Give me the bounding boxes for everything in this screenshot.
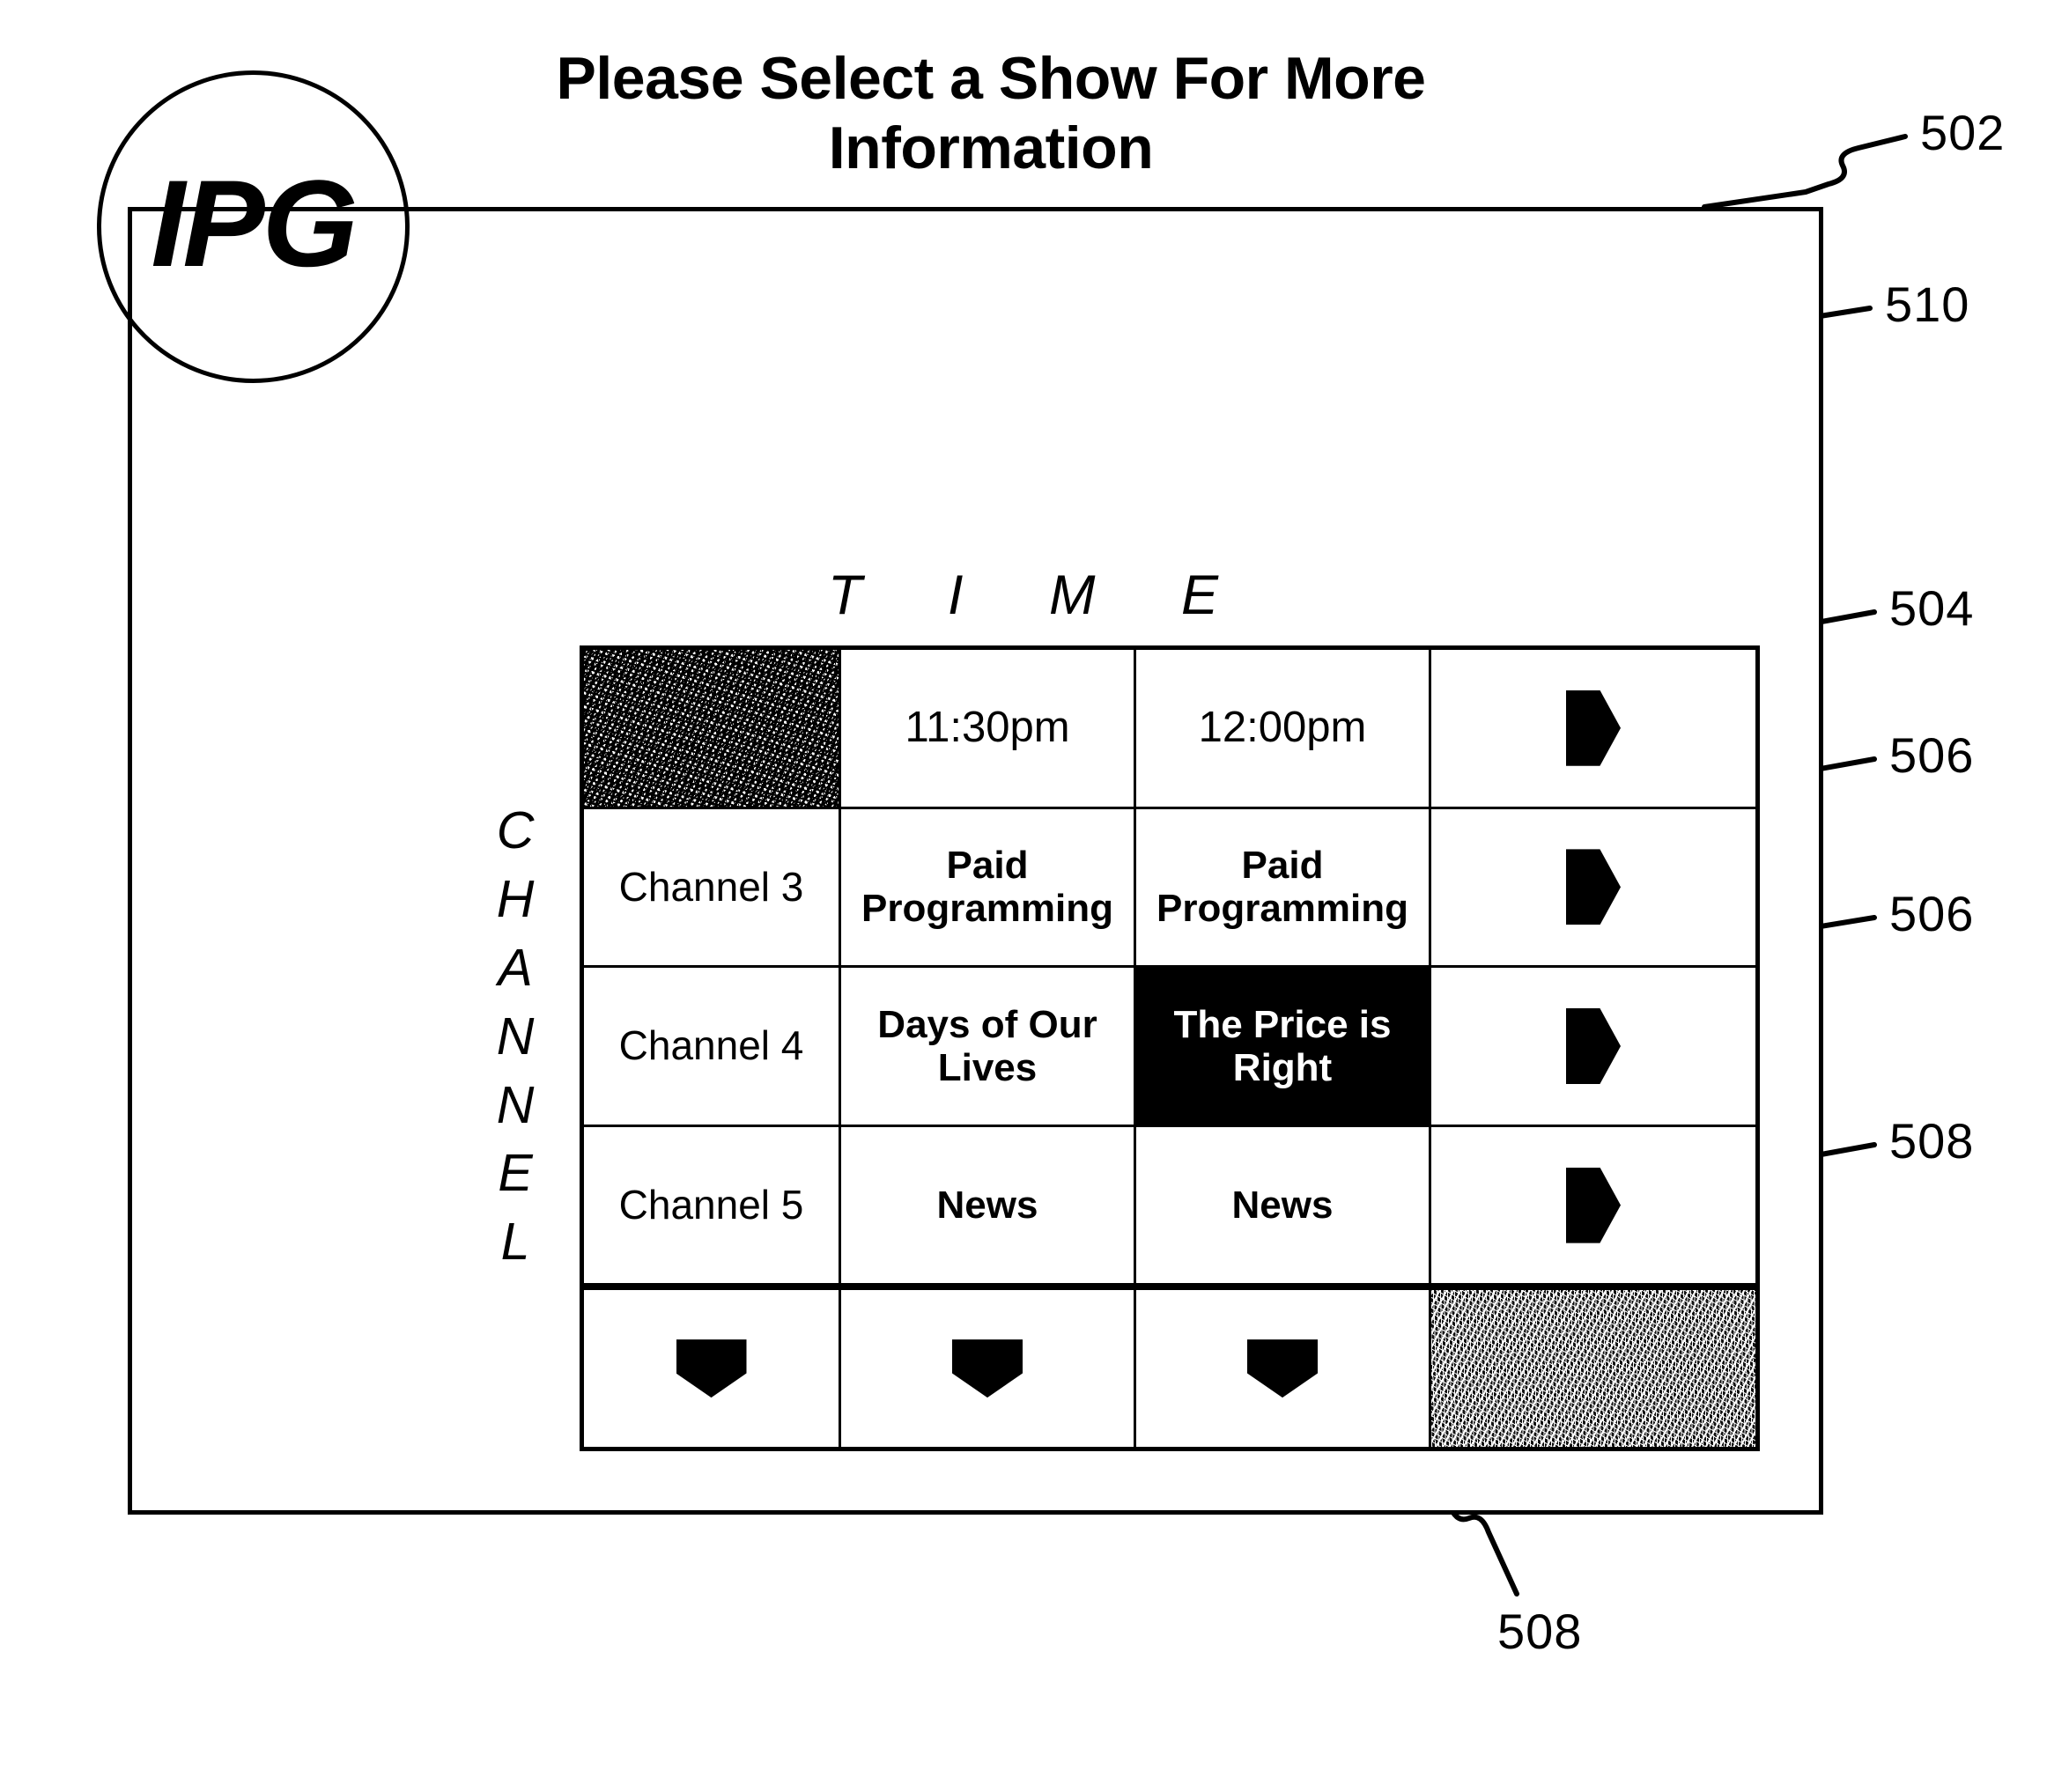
channel-axis-letter: N (496, 1007, 535, 1066)
channel-axis-letter: H (496, 869, 535, 928)
arrow-right-icon (1566, 690, 1621, 766)
arrow-right-icon (1566, 849, 1621, 925)
channel-axis-label: C H A N N E L (480, 797, 551, 1277)
program-guide-grid: 11:30pm 12:00pm Channel 3 Paid Programmi… (580, 645, 1760, 1451)
callout-number-508-right: 508 (1889, 1113, 1975, 1169)
guide-footer-row (584, 1286, 1755, 1447)
callout-number-506-lower: 506 (1889, 886, 1975, 941)
scroll-right-button[interactable] (1431, 650, 1755, 807)
arrow-down-icon (676, 1339, 747, 1398)
figure-page: 502 510 504 506 506 508 508 512 514 IPG … (0, 0, 2069, 1792)
table-row: Channel 5 News News (584, 1126, 1755, 1287)
page-title: Please Select a Show For More Informatio… (556, 45, 1426, 181)
arrow-right-icon (1566, 1167, 1621, 1243)
channel-axis-letter: E (498, 1144, 533, 1203)
channel-name-cell[interactable]: Channel 4 (584, 968, 841, 1125)
program-cell[interactable]: News (841, 1126, 1136, 1284)
callout-number-504: 504 (1889, 580, 1975, 636)
callout-number-510: 510 (1885, 277, 1970, 332)
ipg-logo-text: IPG (151, 153, 358, 292)
channel-name-cell[interactable]: Channel 5 (584, 1126, 841, 1284)
ipg-logo: IPG (97, 70, 410, 383)
channel-axis-letter: N (496, 1075, 535, 1134)
program-cell-selected[interactable]: The Price is Right (1136, 968, 1431, 1125)
grid-footer-corner-obscured (1431, 1290, 1755, 1447)
program-cell[interactable]: Paid Programming (1136, 808, 1431, 966)
callout-number-508-bottom: 508 (1497, 1604, 1583, 1659)
leader-502 (1702, 134, 1908, 210)
program-cell[interactable]: Paid Programming (841, 808, 1136, 966)
table-row: Channel 3 Paid Programming Paid Programm… (584, 808, 1755, 969)
grid-corner-cell-obscured (584, 650, 841, 807)
scroll-down-button[interactable] (584, 1290, 841, 1447)
scroll-down-button[interactable] (841, 1290, 1136, 1447)
arrow-right-icon (1566, 1007, 1621, 1084)
time-slot-header: 12:00pm (1136, 650, 1431, 807)
scroll-right-button[interactable] (1431, 808, 1755, 966)
channel-name-cell[interactable]: Channel 3 (584, 808, 841, 966)
scroll-down-button[interactable] (1136, 1290, 1431, 1447)
channel-axis-letter: L (500, 1213, 530, 1272)
program-cell[interactable]: News (1136, 1126, 1431, 1284)
table-row: Channel 4 Days of Our Lives The Price is… (584, 968, 1755, 1127)
arrow-down-icon (1247, 1339, 1318, 1398)
callout-number-502: 502 (1920, 105, 2006, 160)
scroll-right-button[interactable] (1431, 968, 1755, 1125)
channel-axis-letter: A (498, 938, 533, 997)
guide-header-row: 11:30pm 12:00pm (584, 650, 1755, 809)
program-cell[interactable]: Days of Our Lives (841, 968, 1136, 1125)
channel-axis-letter: C (496, 801, 535, 859)
arrow-down-icon (952, 1339, 1023, 1398)
scroll-right-button[interactable] (1431, 1126, 1755, 1284)
callout-number-506-upper: 506 (1889, 727, 1975, 783)
time-axis-label: T I M E (828, 564, 1253, 626)
time-slot-header: 11:30pm (841, 650, 1136, 807)
